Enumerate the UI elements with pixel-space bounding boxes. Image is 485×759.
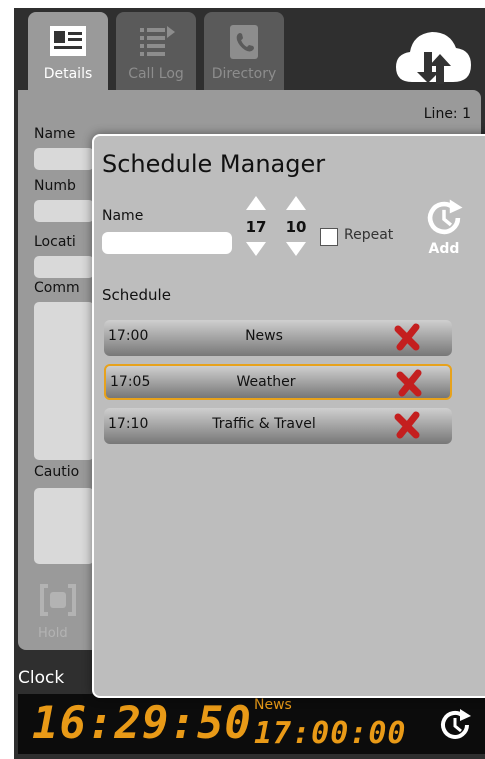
schedule-manager-dialog: Schedule Manager Name 17 10 Repeat Add S… — [92, 134, 485, 698]
line-indicator: Line: 1 — [423, 106, 471, 122]
schedule-label: Schedule — [102, 286, 171, 304]
hold-label: Hold — [38, 626, 68, 641]
phone-book-icon — [230, 25, 258, 59]
app-window: Details Call Log Directory Line: 1 Name — [14, 8, 485, 759]
clock-sync-icon[interactable] — [436, 706, 474, 744]
name-label-behind: Name — [34, 126, 76, 142]
minute-down-arrow-icon[interactable] — [286, 242, 306, 256]
tab-directory-label: Directory — [211, 66, 277, 82]
dialog-title: Schedule Manager — [102, 150, 326, 178]
next-item-name: News — [254, 697, 292, 713]
schedule-row-time: 17:00 — [108, 328, 149, 344]
tab-details-label: Details — [43, 66, 93, 82]
current-time: 16:29:50 — [32, 698, 252, 749]
location-field-behind[interactable] — [34, 256, 94, 278]
name-field-behind[interactable] — [34, 148, 94, 170]
comment-label-behind: Comm — [34, 280, 80, 296]
clock-add-icon — [427, 199, 463, 235]
schedule-row-selected[interactable]: 17:05 Weather — [104, 364, 452, 400]
delete-x-icon[interactable] — [396, 369, 424, 397]
schedule-row-name: Traffic & Travel — [212, 416, 316, 432]
schedule-name-label: Name — [102, 208, 144, 224]
clock-label: Clock — [18, 668, 65, 688]
list-icon — [140, 26, 175, 56]
schedule-row-time: 17:05 — [110, 374, 151, 390]
number-field-behind[interactable] — [34, 200, 94, 222]
schedule-row-time: 17:10 — [108, 416, 149, 432]
schedule-row-name: News — [245, 328, 283, 344]
clock-bar: 16:29:50 News 17:00:00 — [18, 694, 485, 754]
tab-details[interactable]: Details — [28, 12, 108, 90]
repeat-checkbox[interactable] — [320, 228, 338, 246]
schedule-row[interactable]: 17:10 Traffic & Travel — [104, 408, 452, 444]
location-label-behind: Locati — [34, 234, 76, 250]
tab-call-log[interactable]: Call Log — [116, 12, 196, 90]
hour-up-arrow-icon[interactable] — [246, 196, 266, 210]
number-label-behind: Numb — [34, 178, 76, 194]
comment-field-behind[interactable] — [34, 302, 94, 460]
caution-field-behind[interactable] — [34, 488, 94, 564]
hour-value: 17 — [245, 218, 267, 236]
hold-icon — [40, 584, 76, 616]
tab-call-log-label: Call Log — [128, 66, 184, 82]
add-button[interactable]: Add — [414, 196, 474, 262]
caution-label-behind: Cautio — [34, 464, 80, 480]
next-item-time: 17:00:00 — [254, 716, 407, 751]
repeat-label: Repeat — [344, 227, 394, 243]
hold-button[interactable]: Hold — [38, 580, 78, 650]
minute-spinner: 10 — [284, 196, 308, 262]
schedule-row[interactable]: 17:00 News — [104, 320, 452, 356]
schedule-row-name: Weather — [236, 374, 296, 390]
minute-up-arrow-icon[interactable] — [286, 196, 306, 210]
cloud-sync-icon[interactable] — [394, 26, 474, 88]
delete-x-icon[interactable] — [394, 411, 422, 439]
add-label: Add — [428, 241, 460, 257]
tab-directory[interactable]: Directory — [204, 12, 284, 90]
hour-spinner: 17 — [244, 196, 268, 262]
hour-down-arrow-icon[interactable] — [246, 242, 266, 256]
schedule-name-input[interactable] — [102, 232, 232, 254]
minute-value: 10 — [285, 218, 307, 236]
contact-card-icon — [50, 26, 86, 56]
delete-x-icon[interactable] — [394, 323, 422, 351]
